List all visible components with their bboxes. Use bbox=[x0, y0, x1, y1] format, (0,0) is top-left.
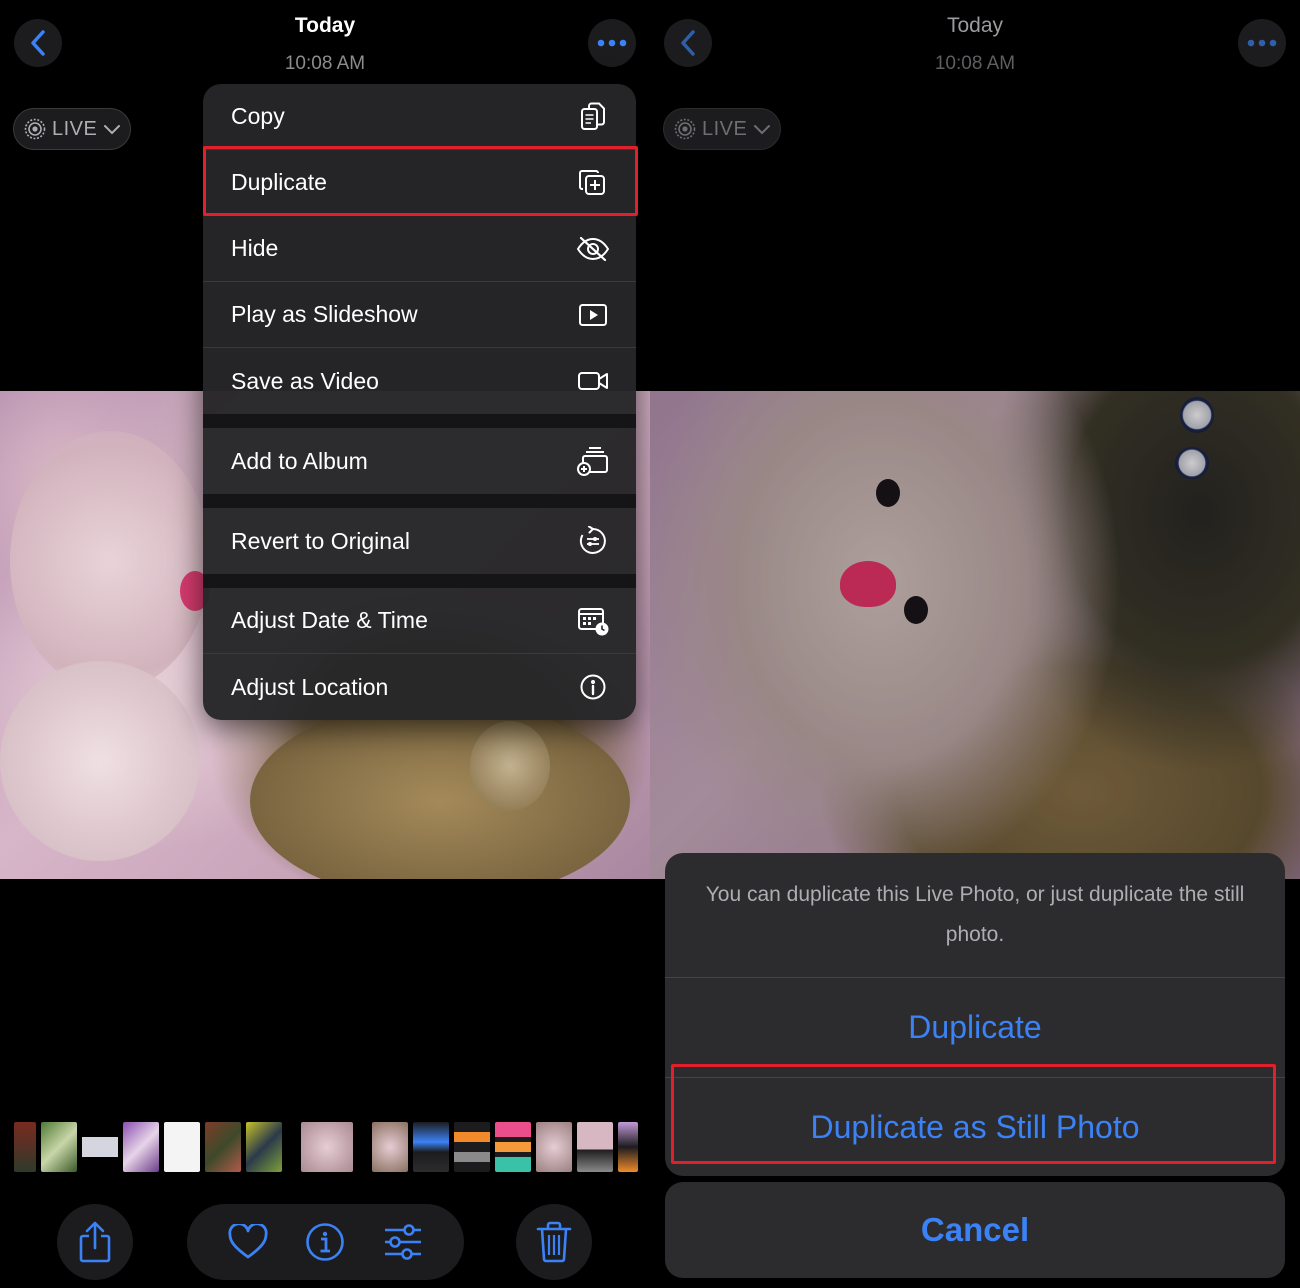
ellipsis-icon bbox=[1247, 39, 1277, 47]
chevron-down-icon bbox=[104, 125, 121, 135]
copy-icon bbox=[576, 100, 610, 134]
duplicate-icon bbox=[576, 166, 610, 200]
live-photo-icon bbox=[674, 118, 696, 140]
thumbnail[interactable] bbox=[246, 1122, 282, 1172]
favorite-button[interactable] bbox=[226, 1220, 270, 1264]
photo-viewer-with-menu: Today 10:08 AM LIVE Copy Duplicate Hide bbox=[0, 0, 650, 1288]
live-photo-icon bbox=[24, 118, 46, 140]
menu-item-label: Copy bbox=[231, 103, 285, 129]
thumbnail[interactable] bbox=[205, 1122, 241, 1172]
thumbnail[interactable] bbox=[164, 1122, 200, 1172]
thumbnail[interactable] bbox=[618, 1122, 638, 1172]
eye-slash-icon bbox=[576, 232, 610, 266]
toolbar-action-group bbox=[187, 1204, 464, 1280]
menu-item-revert[interactable]: Revert to Original bbox=[203, 508, 636, 574]
action-sheet-message: You can duplicate this Live Photo, or ju… bbox=[665, 853, 1285, 978]
thumbnail[interactable] bbox=[577, 1122, 613, 1172]
photo[interactable] bbox=[650, 391, 1300, 879]
thumbnail[interactable] bbox=[82, 1122, 118, 1172]
thumbnail[interactable] bbox=[413, 1122, 449, 1172]
share-button[interactable] bbox=[57, 1204, 133, 1280]
more-button[interactable] bbox=[1238, 19, 1286, 67]
photo-viewer-with-action-sheet: Today 10:08 AM LIVE You can duplicate th… bbox=[650, 0, 1300, 1288]
menu-item-copy[interactable]: Copy bbox=[203, 84, 636, 150]
menu-item-label: Adjust Date & Time bbox=[231, 607, 428, 633]
thumbnail-current[interactable] bbox=[301, 1122, 353, 1172]
action-sheet: You can duplicate this Live Photo, or ju… bbox=[665, 853, 1285, 1176]
info-icon bbox=[306, 1223, 345, 1261]
menu-item-adjust-location[interactable]: Adjust Location bbox=[203, 654, 636, 720]
thumbnail[interactable] bbox=[14, 1122, 36, 1172]
duplicate-as-still-photo-button[interactable]: Duplicate as Still Photo bbox=[665, 1077, 1285, 1176]
heart-icon bbox=[228, 1224, 268, 1259]
play-rectangle-icon bbox=[576, 298, 610, 332]
thumbnail[interactable] bbox=[495, 1122, 531, 1172]
more-button[interactable] bbox=[588, 19, 636, 67]
menu-item-label: Duplicate bbox=[231, 169, 327, 195]
live-label: LIVE bbox=[702, 117, 748, 140]
duplicate-button[interactable]: Duplicate bbox=[665, 978, 1285, 1077]
menu-section-divider bbox=[203, 574, 636, 588]
menu-item-label: Save as Video bbox=[231, 367, 379, 394]
thumbnail[interactable] bbox=[372, 1122, 408, 1172]
header-time: 10:08 AM bbox=[284, 53, 366, 74]
trash-icon bbox=[536, 1221, 572, 1263]
video-camera-icon bbox=[576, 364, 610, 398]
menu-item-label: Revert to Original bbox=[231, 527, 410, 554]
info-button[interactable] bbox=[303, 1220, 347, 1264]
menu-item-label: Play as Slideshow bbox=[231, 301, 418, 327]
menu-item-play-slideshow[interactable]: Play as Slideshow bbox=[203, 282, 636, 348]
context-menu: Copy Duplicate Hide Play as Slideshow Sa… bbox=[203, 84, 636, 720]
share-icon bbox=[79, 1221, 111, 1263]
revert-icon bbox=[576, 524, 610, 558]
cancel-button[interactable]: Cancel bbox=[665, 1182, 1285, 1278]
location-info-icon bbox=[576, 670, 610, 704]
header-title: Today bbox=[946, 14, 1004, 37]
menu-item-label: Add to Album bbox=[231, 447, 368, 474]
ellipsis-icon bbox=[597, 39, 627, 47]
thumbnail[interactable] bbox=[123, 1122, 159, 1172]
menu-section-divider bbox=[203, 494, 636, 508]
live-photo-badge[interactable]: LIVE bbox=[13, 108, 131, 150]
menu-item-label: Hide bbox=[231, 235, 279, 261]
add-to-album-icon bbox=[576, 444, 610, 478]
thumbnail[interactable] bbox=[454, 1122, 490, 1172]
chevron-down-icon bbox=[754, 125, 771, 135]
live-label: LIVE bbox=[52, 117, 98, 140]
edit-button[interactable] bbox=[381, 1220, 425, 1264]
menu-item-hide[interactable]: Hide bbox=[203, 216, 636, 282]
menu-item-adjust-date[interactable]: Adjust Date & Time bbox=[203, 588, 636, 654]
delete-button[interactable] bbox=[516, 1204, 592, 1280]
menu-item-add-album[interactable]: Add to Album bbox=[203, 428, 636, 494]
thumbnail[interactable] bbox=[41, 1122, 77, 1172]
menu-section-divider bbox=[203, 414, 636, 428]
live-photo-badge[interactable]: LIVE bbox=[663, 108, 781, 150]
sliders-icon bbox=[385, 1224, 422, 1260]
thumbnail-strip[interactable] bbox=[14, 1121, 638, 1173]
calendar-clock-icon bbox=[576, 604, 610, 638]
header-time: 10:08 AM bbox=[934, 53, 1016, 74]
menu-item-duplicate[interactable]: Duplicate bbox=[203, 150, 636, 216]
header-title: Today bbox=[294, 14, 356, 37]
menu-item-label: Adjust Location bbox=[231, 673, 389, 700]
thumbnail[interactable] bbox=[536, 1122, 572, 1172]
menu-item-save-video[interactable]: Save as Video bbox=[203, 348, 636, 414]
